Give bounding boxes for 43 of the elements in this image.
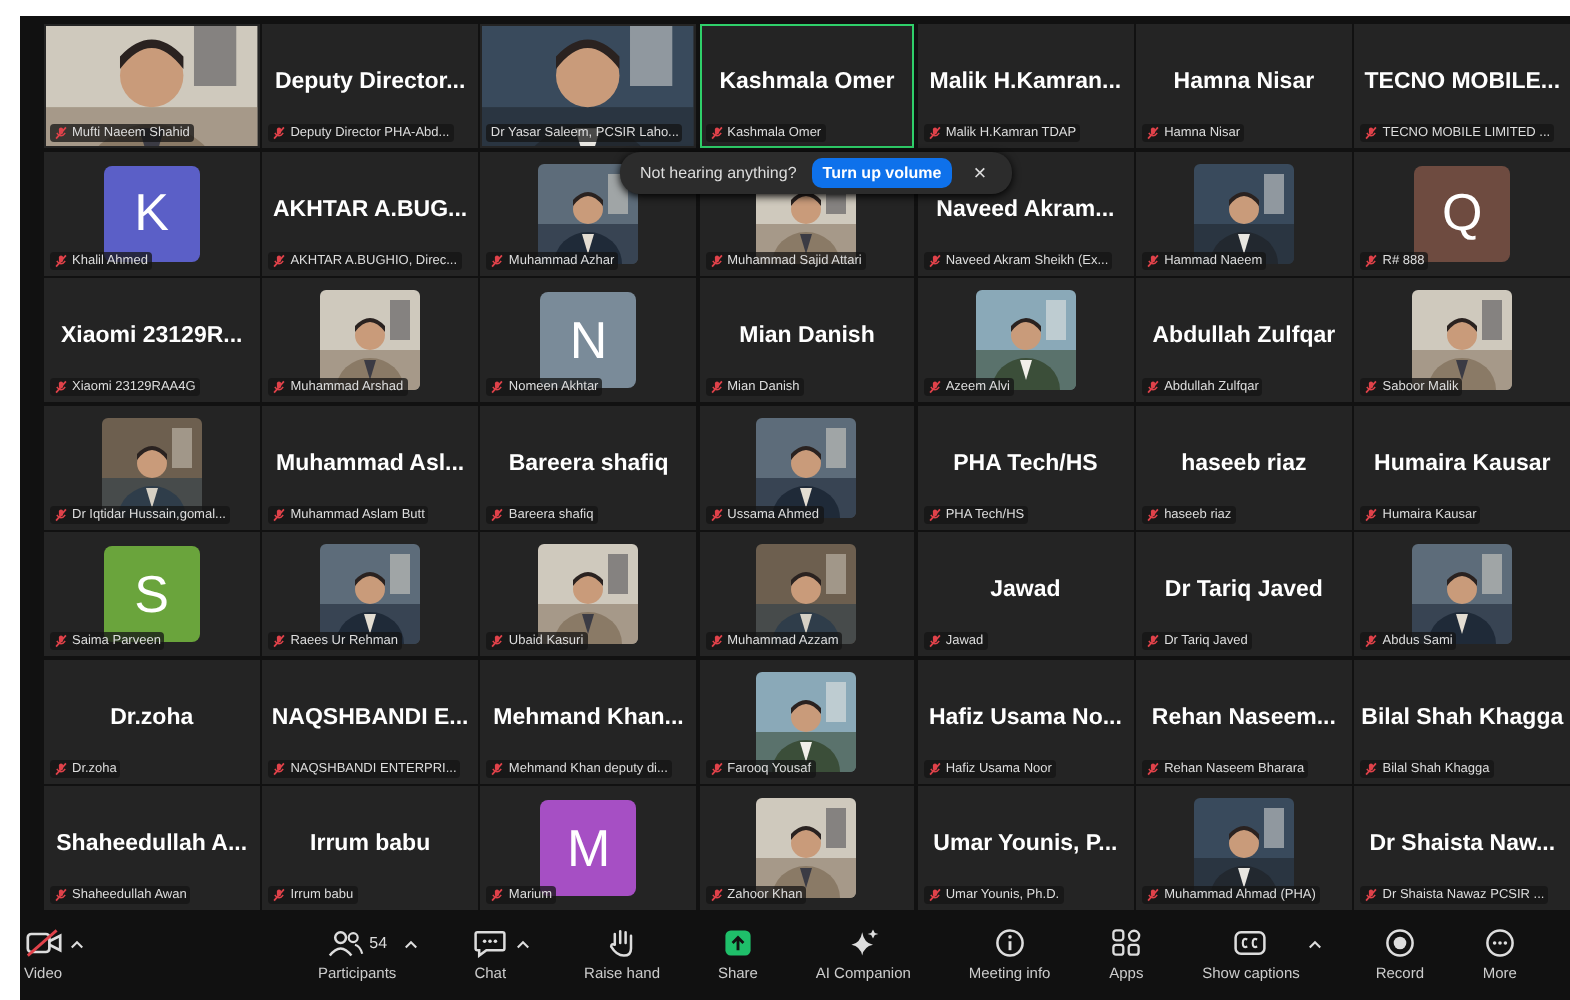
participant-name: AKHTAR A.BUG... xyxy=(273,197,468,225)
participant-name: Bareera shafiq xyxy=(508,451,669,479)
apps-icon xyxy=(1108,928,1145,958)
participant-name: Dr Shaista Naw... xyxy=(1369,832,1556,860)
caret-icon[interactable] xyxy=(404,938,419,950)
participant-name: Deputy Director... xyxy=(274,70,466,98)
people-icon xyxy=(327,928,364,958)
chat-icon xyxy=(472,928,509,958)
participant-name: Humaira Kausar xyxy=(1374,451,1551,479)
participant-name: Muhammad Asl... xyxy=(275,451,465,479)
participant-name: Kashmala Omer xyxy=(719,70,895,98)
participant-name: Hafiz Usama No... xyxy=(928,705,1122,733)
participant-name: Rehan Naseem... xyxy=(1151,705,1336,733)
participant-name: NAQSHBANDI E... xyxy=(271,705,469,733)
close-button[interactable]: × xyxy=(967,161,993,185)
participant-name: Irrum babu xyxy=(310,832,431,860)
share-icon xyxy=(719,928,756,958)
participant-name: Mian Danish xyxy=(739,324,875,352)
participant-name: Shaheedullah A... xyxy=(56,832,248,860)
toast-message: Not hearing anything? xyxy=(640,164,797,182)
info-icon xyxy=(991,928,1028,958)
participant-name: Malik H.Kamran... xyxy=(929,70,1122,98)
captions-icon xyxy=(1232,928,1269,958)
participant-name: Jawad xyxy=(990,578,1061,606)
participant-name: Mehmand Khan... xyxy=(493,705,684,733)
caret-icon[interactable] xyxy=(516,938,531,950)
turn-up-volume-button[interactable]: Turn up volume xyxy=(812,158,952,188)
participant-name: Naveed Akram... xyxy=(936,197,1115,225)
participant-name: PHA Tech/HS xyxy=(953,451,1098,479)
participant-name: Bilal Shah Khagga xyxy=(1361,705,1564,733)
participant-name: Xiaomi 23129R... xyxy=(60,324,243,352)
participant-name: Dr Tariq Javed xyxy=(1164,578,1323,606)
participant-name: Dr.zoha xyxy=(110,705,194,733)
participant-name: haseeb riaz xyxy=(1181,451,1307,479)
caret-icon[interactable] xyxy=(70,938,85,950)
caret-icon[interactable] xyxy=(1307,938,1322,950)
participant-name: Hamna Nisar xyxy=(1173,70,1315,98)
record-icon xyxy=(1381,928,1418,958)
participant-name: Abdullah Zulfqar xyxy=(1152,324,1336,352)
participant-name: TECNO MOBILE... xyxy=(1364,70,1561,98)
video-off-icon xyxy=(25,928,62,958)
more-icon xyxy=(1481,928,1518,958)
participant-name: Umar Younis, P... xyxy=(933,832,1118,860)
